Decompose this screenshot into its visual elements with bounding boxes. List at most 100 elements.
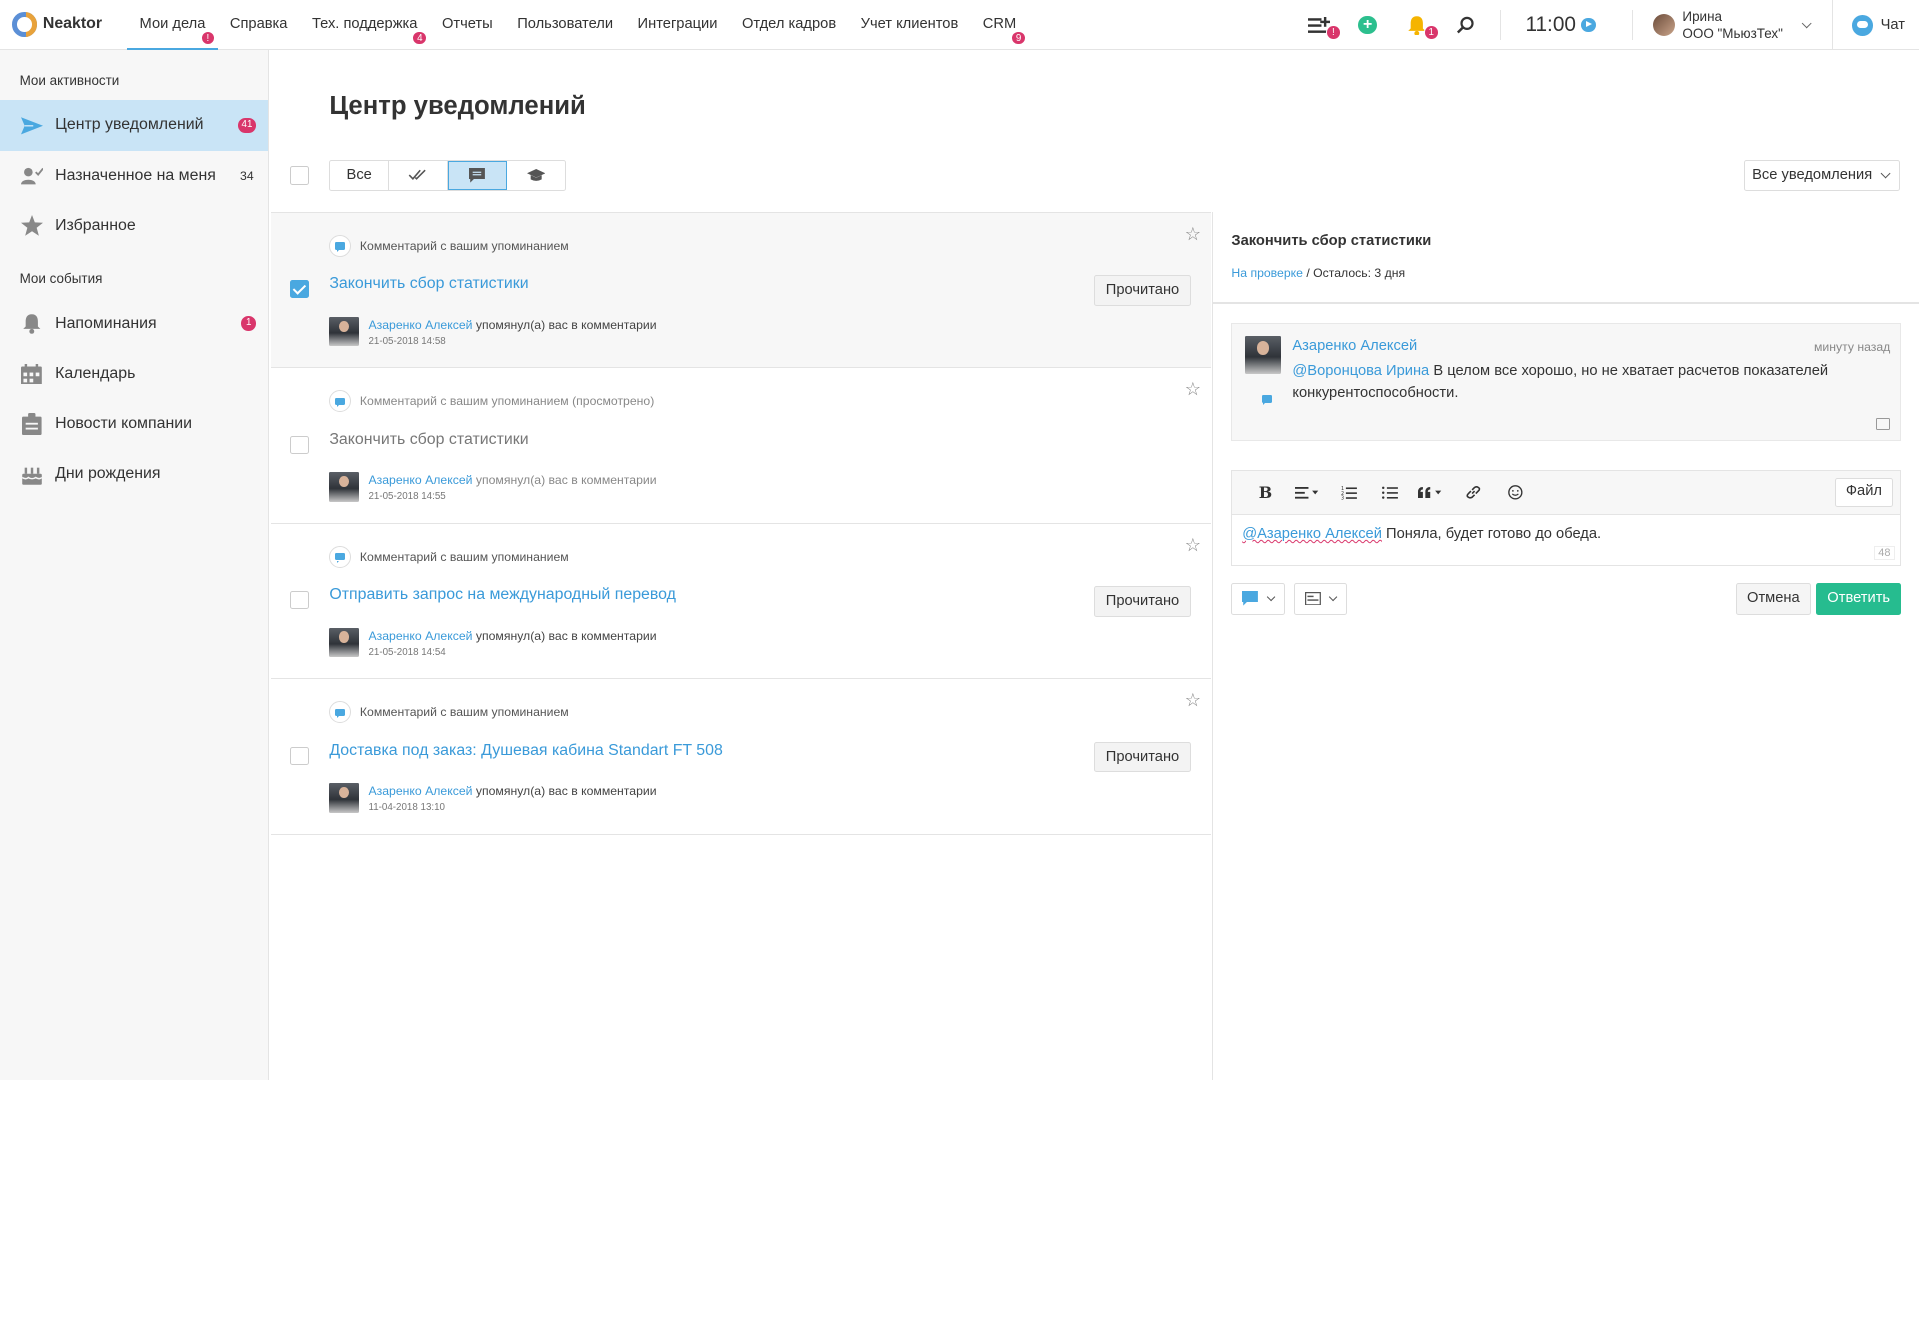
reply-textarea[interactable]: @Азаренко Алексей Поняла, будет готово д… (1232, 515, 1900, 553)
mark-read-button[interactable]: Прочитано (1093, 586, 1192, 617)
search-button[interactable] (1453, 13, 1477, 37)
bullet-list-button[interactable] (1370, 486, 1412, 499)
notification-checkbox[interactable] (290, 591, 309, 610)
nav-item-hr[interactable]: Отдел кадров (730, 0, 849, 50)
notification-date: 21-05-2018 14:58 (368, 335, 446, 347)
ordered-list-button[interactable]: 123 (1328, 485, 1370, 500)
filter-toolbar: Все Все уведомления (271, 160, 1919, 202)
author-link[interactable]: Азаренко Алексей (368, 784, 472, 798)
star-icon[interactable]: ☆ (1185, 689, 1201, 711)
mark-read-button[interactable]: Прочитано (1093, 275, 1192, 306)
notifications-bell-button[interactable]: 1 (1404, 13, 1439, 40)
notification-date: 21-05-2018 14:54 (368, 646, 446, 658)
author-link[interactable]: Азаренко Алексей (368, 318, 472, 332)
nav-item-integrations[interactable]: Интеграции (625, 0, 729, 50)
nav-item-users[interactable]: Пользователи (505, 0, 625, 50)
comment-type-dropdown[interactable] (1231, 582, 1285, 615)
quick-add-button[interactable]: + (1355, 13, 1379, 37)
quote-icon (1418, 486, 1442, 498)
filter-comments-button[interactable] (447, 161, 507, 190)
author-link[interactable]: Азаренко Алексей (368, 629, 472, 643)
star-icon[interactable]: ☆ (1185, 378, 1201, 400)
notification-title-link[interactable]: Закончить сбор статистики (329, 275, 528, 293)
notification-checkbox[interactable] (290, 280, 309, 299)
chat-button[interactable]: Чат (1831, 0, 1919, 51)
paper-plane-icon (20, 113, 44, 137)
sidebar-item-notification-center[interactable]: Центр уведомлений 41 (0, 100, 269, 151)
reply-button[interactable]: Ответить (1816, 582, 1902, 615)
nav-item-reports[interactable]: Отчеты (430, 0, 505, 50)
sidebar-item-calendar[interactable]: Календарь (0, 349, 268, 399)
comment-options-icon[interactable] (1875, 417, 1891, 430)
user-menu[interactable]: Ирина ООО "МьюзТех" (1653, 8, 1817, 42)
bold-button[interactable]: B (1245, 483, 1287, 502)
align-dropdown-button[interactable] (1286, 486, 1328, 499)
sidebar-section-activities: Мои активности (19, 72, 120, 88)
sidebar-item-company-news[interactable]: Новости компании (0, 399, 268, 449)
cancel-button[interactable]: Отмена (1736, 582, 1811, 615)
notification-type-dropdown[interactable]: Все уведомления (1743, 160, 1901, 191)
list-item[interactable]: Комментарий с вашим упоминанием Доставка… (270, 679, 1211, 835)
comment-author-link[interactable]: Азаренко Алексей (1292, 338, 1417, 354)
sidebar-item-assigned-to-me[interactable]: Назначенное на меня 34 (0, 151, 268, 201)
nav-item-clients[interactable]: Учет клиентов (848, 0, 970, 50)
mark-read-button[interactable]: Прочитано (1093, 741, 1192, 773)
list-item[interactable]: Комментарий с вашим упоминанием Отправит… (270, 524, 1211, 680)
nav-item-crm[interactable]: CRM 9 (971, 0, 1029, 50)
list-item[interactable]: Комментарий с вашим упоминанием Закончит… (270, 212, 1211, 369)
sidebar-item-reminders[interactable]: Напоминания 1 (0, 299, 268, 349)
author-link[interactable]: Азаренко Алексей (368, 473, 472, 487)
filter-learning-button[interactable] (507, 161, 566, 189)
bell-icon (20, 311, 44, 335)
link-icon (1466, 486, 1481, 499)
filter-tasks-button[interactable] (389, 161, 448, 190)
sidebar-item-birthdays[interactable]: Дни рождения (0, 449, 268, 499)
visibility-dropdown[interactable] (1293, 582, 1348, 615)
detail-task-title[interactable]: Закончить сбор статистики (1231, 233, 1431, 249)
reply-editor: B 123 Файл @Азаренко Алексей Поняла, буд… (1231, 470, 1902, 566)
mention-link[interactable]: @Воронцова Ирина (1292, 363, 1429, 379)
list-item[interactable]: Комментарий с вашим упоминанием (просмот… (270, 368, 1211, 524)
top-bar: Neaktor Мои дела! Справка Тех. поддержка… (0, 0, 1919, 51)
notification-checkbox[interactable] (290, 435, 309, 454)
reply-actions: Отмена Ответить (1231, 582, 1902, 615)
user-org: ООО "МьюзТех" (1682, 26, 1783, 42)
smile-icon (1508, 485, 1523, 500)
divider (1499, 10, 1501, 40)
comment-icon (1242, 591, 1259, 606)
attach-file-button[interactable]: Файл (1835, 478, 1893, 507)
quote-dropdown-button[interactable] (1411, 486, 1453, 499)
notification-type: Комментарий с вашим упоминанием (329, 545, 569, 568)
nav-item-help[interactable]: Справка (218, 0, 300, 50)
comment-icon (469, 168, 486, 183)
time-tracker-clock[interactable]: 11:00 (1525, 13, 1576, 37)
comment-icon (329, 545, 352, 568)
chat-label: Чат (1880, 17, 1905, 34)
link-button[interactable] (1453, 485, 1495, 500)
play-timer-icon[interactable] (1580, 17, 1596, 33)
app-name: Neaktor (42, 15, 103, 33)
filter-all-button[interactable]: Все (330, 161, 390, 190)
notification-line: Азаренко Алексей упомянул(а) вас в комме… (368, 783, 656, 800)
status-link[interactable]: На проверке (1231, 266, 1303, 280)
notification-meta: Азаренко Алексей упомянул(а) вас в комме… (329, 783, 657, 816)
select-all-checkbox[interactable] (290, 166, 309, 185)
sidebar-item-favorites[interactable]: Избранное (0, 201, 268, 251)
notification-title-link[interactable]: Закончить сбор статистики (329, 431, 528, 449)
star-icon[interactable]: ☆ (1185, 223, 1201, 245)
user-name: Ирина (1682, 8, 1722, 24)
search-icon (1457, 16, 1474, 34)
comment-card: Азаренко Алексей минуту назад @Воронцова… (1231, 323, 1902, 441)
logo[interactable]: Neaktor (12, 12, 103, 37)
nav-label: Тех. поддержка (311, 15, 418, 32)
notification-title-link[interactable]: Доставка под заказ: Душевая кабина Stand… (329, 742, 722, 760)
nav-item-my-tasks[interactable]: Мои дела! (127, 0, 218, 51)
sidebar-item-label: Назначенное на меня (55, 166, 216, 184)
nav-item-support[interactable]: Тех. поддержка 4 (300, 0, 430, 50)
task-list-button[interactable]: ! (1306, 13, 1341, 40)
emoji-button[interactable] (1494, 485, 1536, 500)
star-icon[interactable]: ☆ (1185, 534, 1201, 556)
notification-title-link[interactable]: Отправить запрос на международный перево… (329, 586, 676, 604)
notification-checkbox[interactable] (290, 746, 309, 765)
detail-status-line: На проверке / Осталось: 3 дня (1231, 265, 1406, 280)
